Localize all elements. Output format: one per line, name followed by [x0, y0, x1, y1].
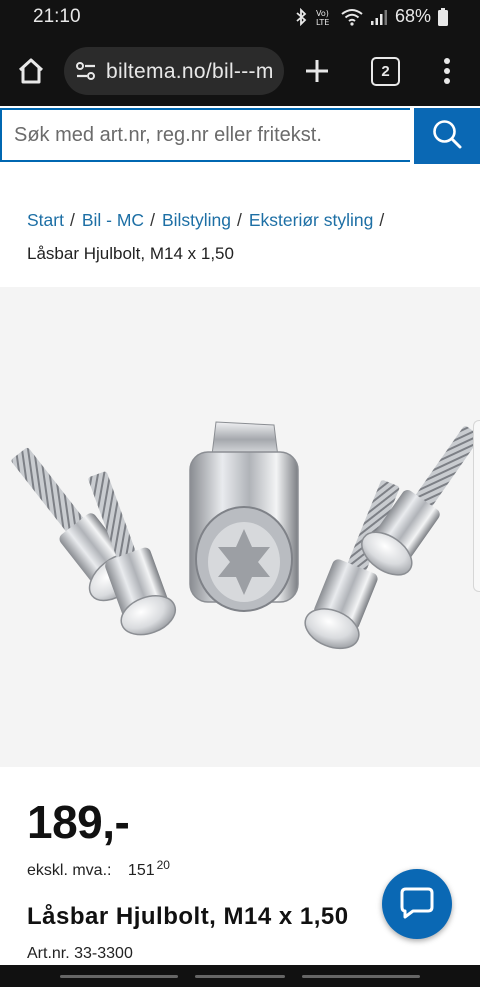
product-price: 189,- — [27, 796, 130, 848]
battery-icon — [438, 7, 448, 26]
breadcrumb-item-bil-mc[interactable]: Bil - MC — [82, 210, 144, 230]
search-icon — [431, 118, 463, 155]
product-image[interactable] — [0, 287, 480, 767]
volte-icon: Vo) LTE — [314, 7, 334, 27]
ex-vat-label: ekskl. mva.: — [27, 862, 112, 879]
new-tab-icon[interactable] — [302, 56, 332, 91]
search-bar — [0, 106, 480, 166]
system-nav-bar — [0, 965, 480, 987]
chat-icon — [397, 882, 437, 927]
svg-text:Vo): Vo) — [316, 9, 329, 18]
breadcrumb-separator: / — [69, 210, 75, 230]
nav-recents-handle[interactable] — [60, 975, 178, 978]
product-title: Låsbar Hjulbolt, M14 x 1,50 — [27, 903, 349, 930]
breadcrumb-separator: / — [237, 210, 242, 230]
nav-back-handle[interactable] — [302, 975, 420, 978]
wifi-icon — [341, 8, 363, 26]
ex-vat-decimals: 20 — [156, 858, 170, 872]
breadcrumb-item-start[interactable]: Start — [27, 210, 64, 230]
browser-toolbar: biltema.no/bil---m 2 — [0, 36, 480, 106]
status-bar: 21:10 Vo) LTE 68% — [0, 0, 480, 36]
status-icons: Vo) LTE 68% — [295, 6, 448, 27]
article-number: Art.nr. 33-3300 — [27, 945, 133, 962]
breadcrumb-links: Start / Bil - MC / Bilstyling / Eksteriør styl… — [27, 203, 467, 237]
breadcrumb-separator: / — [379, 210, 385, 230]
signal-icon — [370, 8, 388, 26]
price-ex-vat: ekskl. mva.: 151 20 — [27, 858, 170, 880]
nav-home-handle[interactable] — [195, 975, 285, 978]
ex-vat-value: 151 — [127, 862, 155, 879]
status-time: 21:10 — [33, 6, 81, 27]
svg-text:LTE: LTE — [316, 18, 329, 27]
battery-percent: 68% — [394, 6, 431, 26]
chat-button[interactable] — [382, 869, 452, 939]
breadcrumb-item-bilstyling[interactable]: Bilstyling — [162, 210, 231, 230]
breadcrumb-item-eksterior-styling[interactable]: Eksteriør styling — [249, 210, 373, 230]
wheel-bolts-image — [11, 421, 480, 650]
breadcrumb-separator: / — [150, 210, 155, 230]
breadcrumb-current: Låsbar Hjulbolt, M14 x 1,50 — [27, 244, 234, 263]
breadcrumb: Start / Bil - MC / Bilstyling / Eksteriør styl… — [27, 203, 467, 271]
address-bar[interactable]: biltema.no/bil---m — [64, 47, 284, 95]
search-button[interactable] — [414, 108, 480, 164]
more-menu-icon[interactable] — [443, 57, 451, 90]
home-icon[interactable] — [16, 56, 48, 86]
bluetooth-icon — [295, 7, 307, 26]
site-settings-icon[interactable] — [75, 60, 97, 87]
tab-switcher-button[interactable]: 2 — [371, 57, 400, 86]
search-input[interactable] — [0, 108, 410, 162]
url-text[interactable]: biltema.no/bil---m — [106, 60, 278, 84]
image-scroll-handle[interactable] — [473, 420, 480, 592]
